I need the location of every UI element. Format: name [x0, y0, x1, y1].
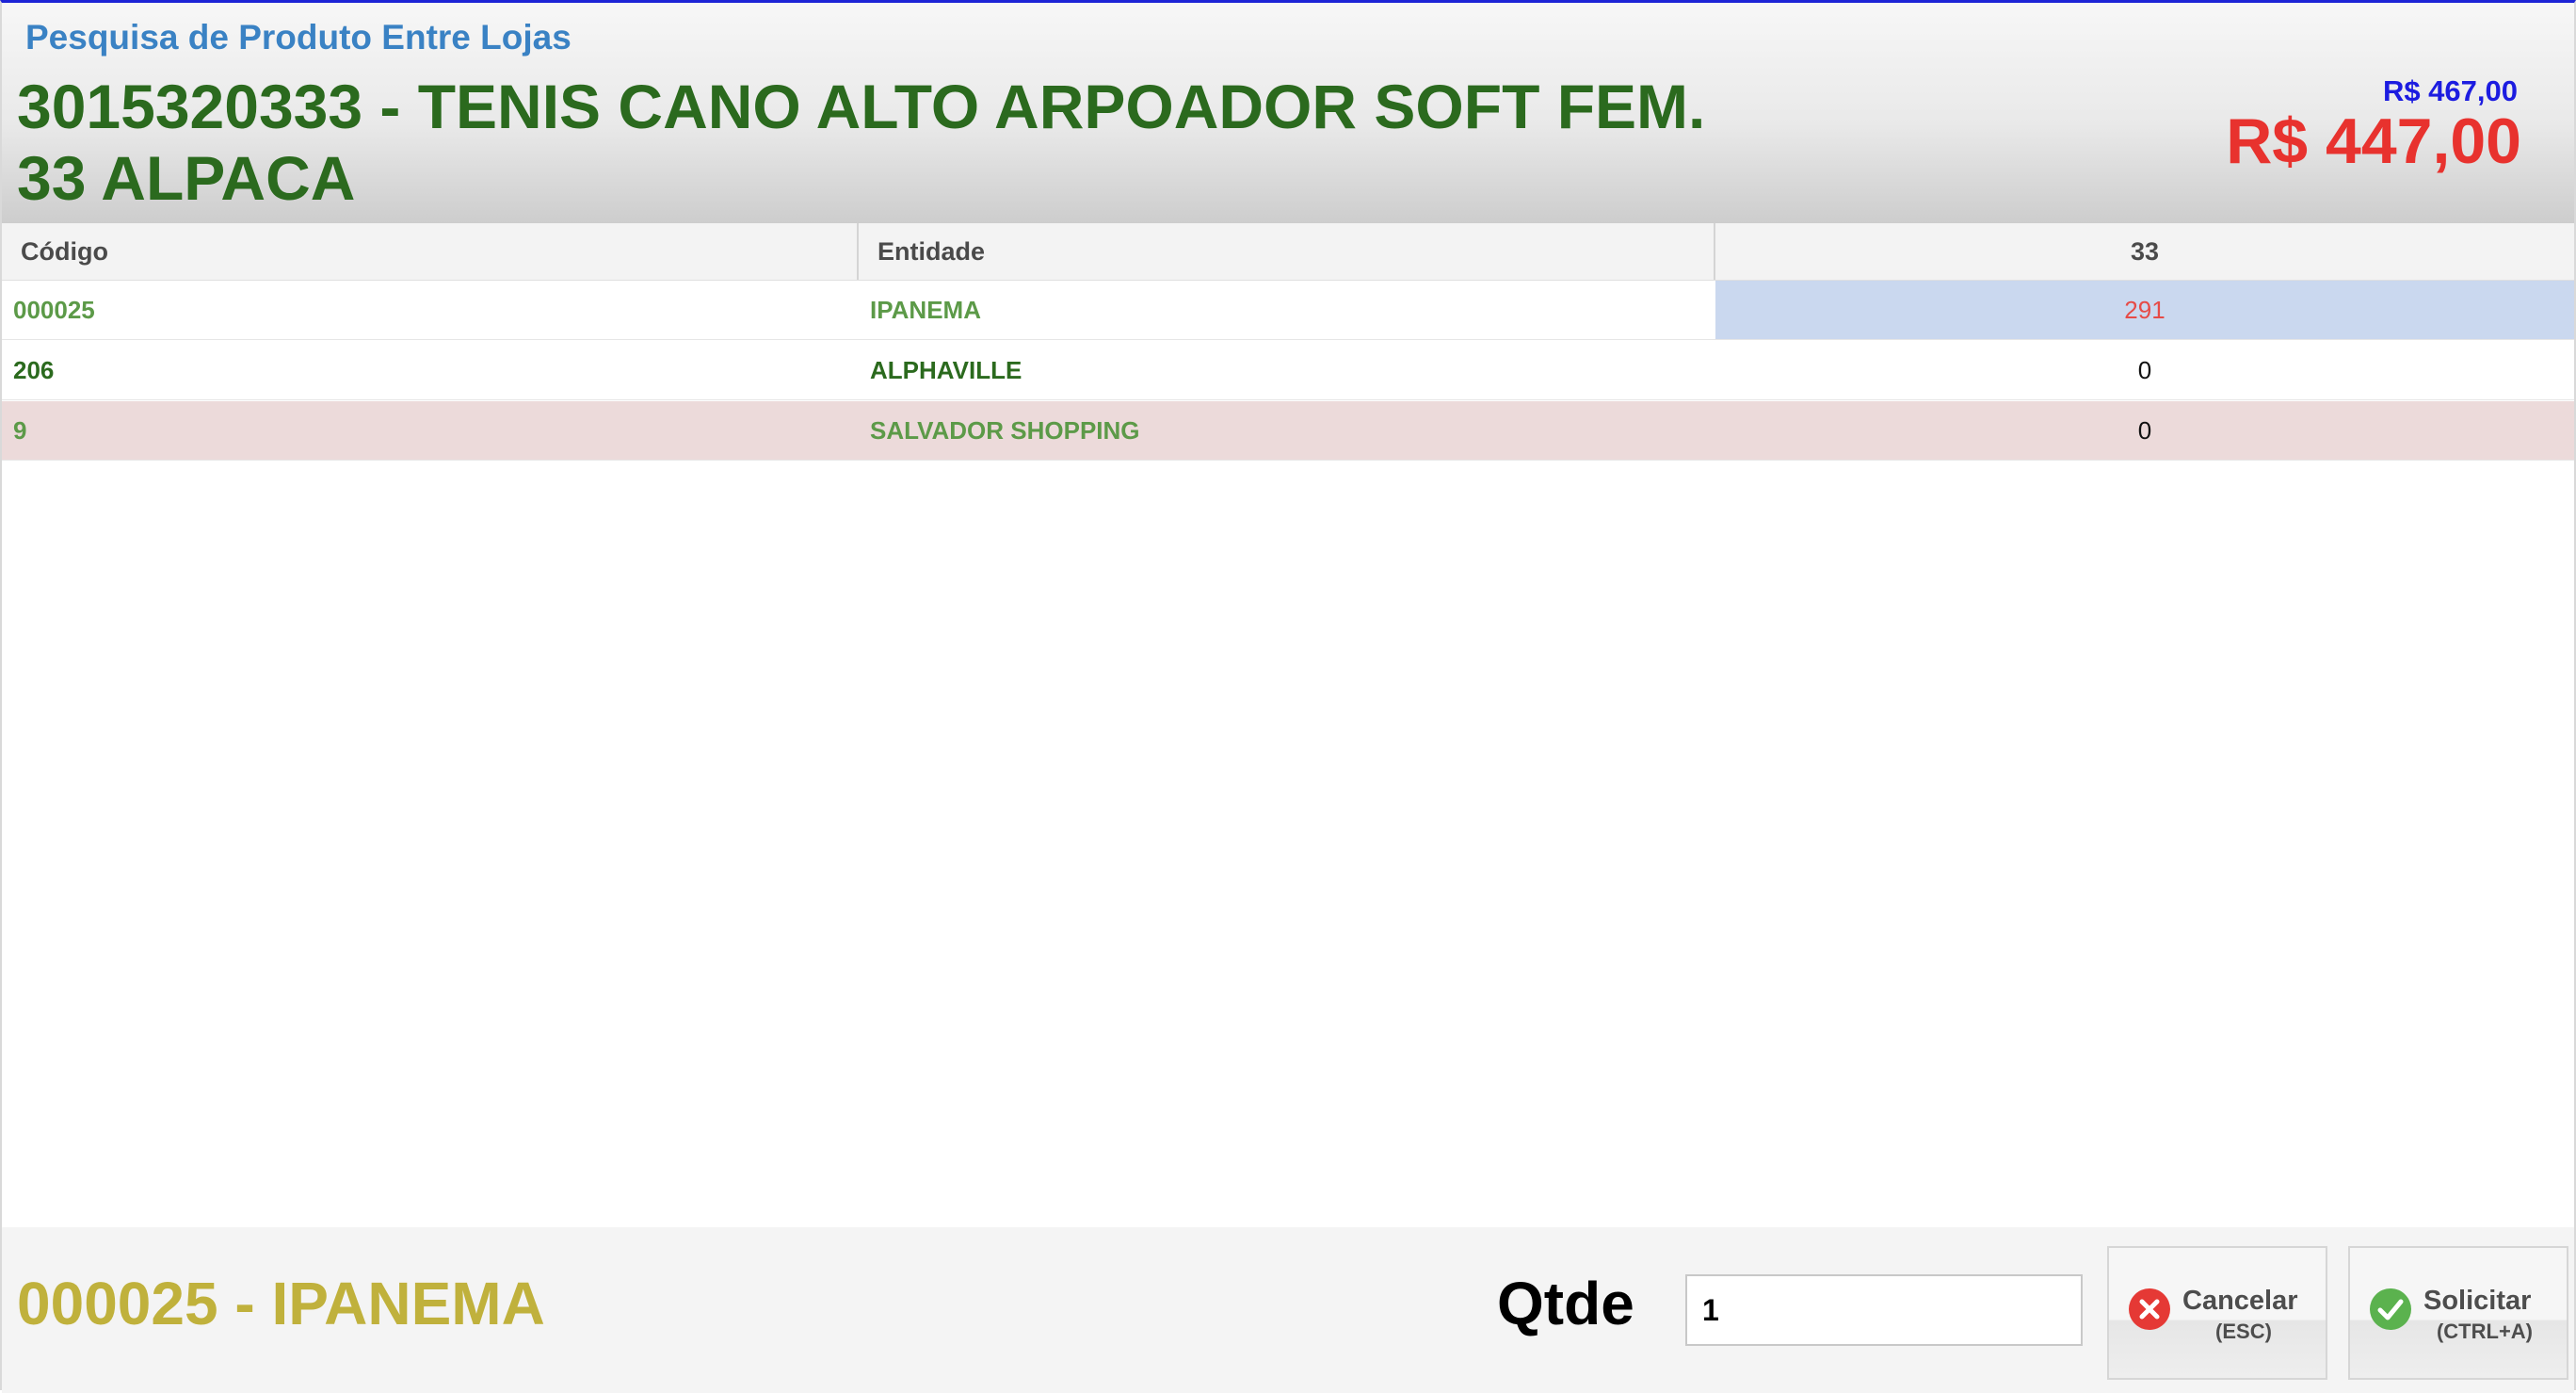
row-entity: ALPHAVILLE	[870, 356, 1022, 384]
cancel-button[interactable]: Cancelar (ESC)	[2107, 1246, 2327, 1380]
grid-header: Código Entidade 33	[2, 223, 2574, 281]
column-header-size[interactable]: 33	[1715, 223, 2574, 280]
original-price: R$ 467,00	[2382, 74, 2518, 107]
table-row[interactable]: 206 ALPHAVILLE 0	[2, 341, 2574, 400]
header-bar: Pesquisa de Produto Entre Lojas 30153203…	[2, 3, 2574, 223]
row-code: 000025	[13, 296, 95, 324]
selected-store-label: 000025 - IPANEMA	[17, 1270, 545, 1337]
close-circle-icon	[2129, 1288, 2170, 1330]
table-row[interactable]: 000025 IPANEMA 291	[2, 281, 2574, 340]
dialog-title: Pesquisa de Produto Entre Lojas	[25, 18, 572, 57]
request-shortcut: (CTRL+A)	[2436, 1320, 2534, 1343]
current-price: R$ 447,00	[2226, 105, 2521, 177]
product-search-dialog: Pesquisa de Produto Entre Lojas 30153203…	[0, 0, 2576, 1393]
product-name: 3015320333 - TENIS CANO ALTO ARPOADOR SO…	[17, 72, 1706, 213]
table-row[interactable]: 9 SALVADOR SHOPPING 0	[2, 401, 2574, 461]
row-qty[interactable]: 0	[1715, 401, 2574, 460]
request-button-label: Solicitar	[2423, 1286, 2532, 1316]
column-header-entity[interactable]: Entidade	[859, 223, 1715, 280]
column-header-code[interactable]: Código	[2, 223, 859, 280]
check-circle-icon	[2370, 1288, 2411, 1330]
row-entity: SALVADOR SHOPPING	[870, 416, 1140, 445]
row-qty[interactable]: 291	[1715, 281, 2574, 339]
row-qty[interactable]: 0	[1715, 341, 2574, 399]
row-code: 206	[13, 356, 55, 384]
row-code: 9	[13, 416, 27, 445]
cancel-shortcut: (ESC)	[2215, 1320, 2272, 1343]
quantity-label: Qtde	[1497, 1270, 1634, 1337]
quantity-input[interactable]	[1685, 1274, 2083, 1346]
request-button[interactable]: Solicitar (CTRL+A)	[2348, 1246, 2568, 1380]
footer-bar: 000025 - IPANEMA Qtde Cancelar (ESC) Sol…	[2, 1227, 2574, 1393]
cancel-button-label: Cancelar	[2182, 1286, 2298, 1316]
row-entity: IPANEMA	[870, 296, 981, 324]
